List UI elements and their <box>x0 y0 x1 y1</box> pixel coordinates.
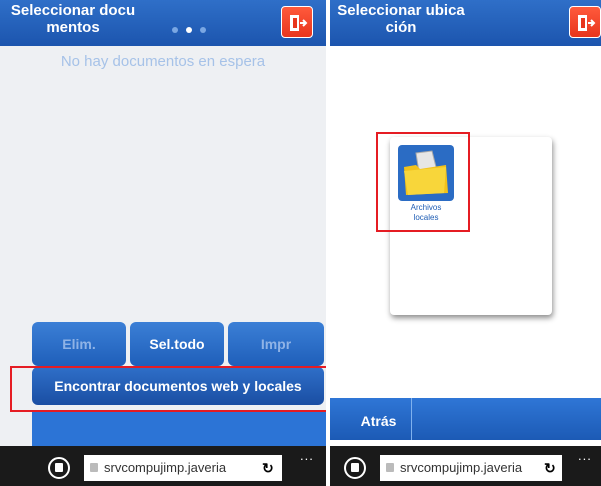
exit-icon <box>290 15 308 31</box>
delete-button[interactable]: Elim. <box>32 322 126 366</box>
tabs-icon[interactable] <box>48 457 70 479</box>
header-bar: Seleccionar ubica ción <box>330 0 601 46</box>
title-line-2: ción <box>385 19 417 36</box>
bottom-app-bar <box>32 412 326 446</box>
header-bar: Seleccionar docu mentos <box>0 0 326 46</box>
page-indicator <box>172 20 214 38</box>
url-text: srvcompujimp.javeria <box>400 460 523 475</box>
url-text: srvcompujimp.javeria <box>104 460 227 475</box>
more-icon[interactable]: ... <box>578 448 592 463</box>
page-title: Seleccionar docu mentos <box>8 2 138 36</box>
select-documents-screen: Seleccionar docu mentos No hay documento… <box>0 0 326 486</box>
title-line-1: Seleccionar docu <box>10 2 136 19</box>
exit-button[interactable] <box>569 6 601 38</box>
empty-queue-message: No hay documentos en espera <box>60 53 266 70</box>
page-title: Seleccionar ubica ción <box>336 2 466 36</box>
more-icon[interactable]: ... <box>300 448 314 463</box>
page-dot <box>172 27 178 33</box>
page-dot-active <box>186 27 192 33</box>
bottom-app-bar: Atrás <box>330 398 601 440</box>
refresh-icon[interactable]: ↻ <box>262 460 274 477</box>
browser-bar: srvcompujimp.javeria ↻ ... <box>0 446 326 486</box>
title-line-2: mentos <box>46 19 100 36</box>
highlight-box <box>376 132 470 232</box>
address-bar[interactable]: srvcompujimp.javeria ↻ <box>380 455 562 481</box>
exit-button[interactable] <box>281 6 313 38</box>
print-button[interactable]: Impr <box>228 322 324 366</box>
refresh-icon[interactable]: ↻ <box>544 460 556 477</box>
select-location-screen: Seleccionar ubica ción Archivos locales … <box>330 0 601 486</box>
page-dot <box>200 27 206 33</box>
title-line-1: Seleccionar ubica <box>337 2 465 19</box>
select-all-button[interactable]: Sel.todo <box>130 322 224 366</box>
lock-icon <box>90 463 98 472</box>
back-button[interactable]: Atrás <box>346 398 412 440</box>
exit-icon <box>578 15 596 31</box>
lock-icon <box>386 463 394 472</box>
browser-bar: srvcompujimp.javeria ↻ ... <box>330 446 601 486</box>
tabs-icon[interactable] <box>344 457 366 479</box>
address-bar[interactable]: srvcompujimp.javeria ↻ <box>84 455 282 481</box>
highlight-box <box>10 366 326 412</box>
